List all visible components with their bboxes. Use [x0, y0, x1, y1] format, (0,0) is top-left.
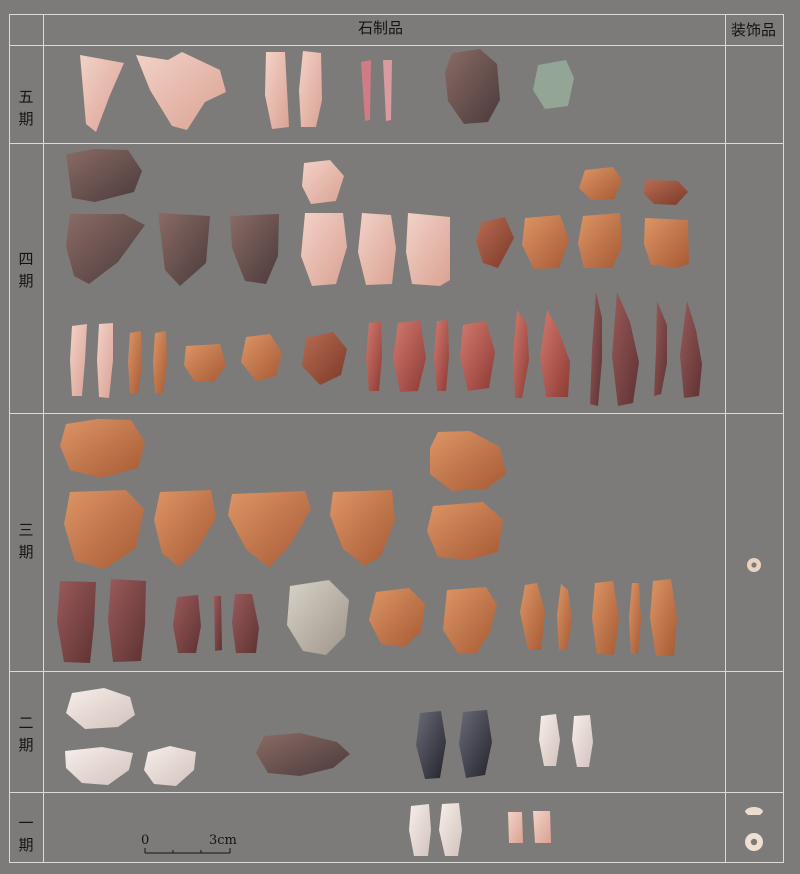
artifact-flake — [301, 213, 347, 286]
ornaments — [745, 558, 763, 851]
artifact-scraper — [241, 334, 282, 381]
artifact-blade — [460, 321, 495, 391]
artifact-blade — [416, 711, 446, 779]
artifact-core — [60, 419, 145, 478]
artifact-core — [158, 213, 210, 286]
artifact-flake — [579, 167, 622, 200]
artifact-flake — [476, 217, 514, 268]
artifact-core — [430, 431, 506, 491]
artifact-flake — [406, 213, 450, 286]
artifact-bladelet — [572, 715, 593, 767]
period-4-artifacts — [66, 149, 702, 406]
artifact-core — [330, 490, 395, 566]
artifact-flake — [644, 218, 689, 268]
artifact-flake — [302, 160, 344, 204]
artifact-point — [612, 292, 639, 406]
artifact-bladelet — [361, 60, 371, 121]
artifact-core — [66, 214, 145, 284]
artifact-plate: 石制品 装饰品 五期 四期 三期 二期 一期 0 3cm — [0, 0, 800, 874]
artifact-flake — [144, 746, 196, 786]
artifact-bladelet — [629, 583, 641, 654]
artifact-flake — [136, 52, 226, 130]
artifact-core — [287, 580, 349, 655]
artifact-blade — [434, 320, 449, 391]
artifact-flake — [644, 180, 688, 205]
artifact-biface — [256, 733, 350, 776]
artifact-core — [228, 491, 311, 568]
scale-bar — [144, 848, 231, 854]
artifact-blade — [393, 320, 426, 392]
scale-bar-end-label: 3cm — [209, 833, 237, 848]
artifact-point — [654, 301, 667, 396]
artifact-bladelet — [214, 596, 222, 651]
artifact-bladelet — [508, 812, 523, 843]
period-2-artifacts — [65, 688, 593, 786]
artifact-core — [66, 149, 142, 202]
bead-hole — [751, 562, 757, 568]
artifact-blade — [97, 323, 113, 398]
artifact-core — [230, 214, 279, 284]
scale-bar-start-label: 0 — [141, 833, 150, 848]
artifact-point — [513, 310, 529, 398]
artifact-core — [533, 60, 574, 109]
artifact-bladelet — [383, 60, 392, 121]
artifact-scraper — [443, 587, 497, 654]
artifact-blade — [265, 52, 289, 129]
artifact-blade — [232, 594, 259, 653]
bead-ornament — [745, 807, 763, 815]
artifact-flake — [578, 213, 622, 268]
artifact-core — [64, 490, 144, 569]
artifact-flake — [302, 332, 347, 385]
artifact-illustrations — [57, 49, 763, 856]
artifact-point — [590, 292, 602, 406]
artifact-flake — [108, 579, 146, 662]
artifact-blade — [459, 710, 492, 778]
artifact-blade — [592, 581, 619, 655]
artifact-point — [520, 583, 545, 650]
artifact-flake — [57, 581, 96, 663]
artifact-blade — [128, 331, 142, 394]
artifact-blade — [70, 324, 87, 396]
artifact-blade — [650, 579, 677, 656]
artifact-flake — [358, 213, 396, 285]
period-3-artifacts — [57, 419, 677, 663]
artifact-core — [445, 49, 500, 124]
artifact-core — [154, 490, 216, 567]
period-1-artifacts — [409, 803, 551, 856]
artifact-blade — [173, 595, 201, 653]
period-5-artifacts — [80, 49, 574, 132]
artifact-bladelet — [409, 804, 431, 856]
artifact-bladelet — [539, 714, 560, 766]
artifact-blade — [153, 331, 167, 393]
artifact-flake — [65, 747, 133, 785]
artifact-flake — [80, 55, 124, 132]
artifact-bladelet — [439, 803, 462, 856]
artifact-flake — [66, 688, 135, 729]
artifact-flake — [522, 215, 569, 269]
artifact-point — [557, 584, 572, 650]
artifact-blade — [366, 321, 382, 391]
bead-hole — [750, 838, 758, 846]
artifact-flake — [369, 588, 425, 647]
artifact-core — [427, 502, 503, 560]
artifact-point — [540, 310, 570, 397]
artifact-blade — [299, 51, 322, 127]
artifact-bladelet — [533, 811, 551, 843]
artifact-point — [680, 301, 702, 398]
artifact-scraper — [184, 344, 226, 382]
